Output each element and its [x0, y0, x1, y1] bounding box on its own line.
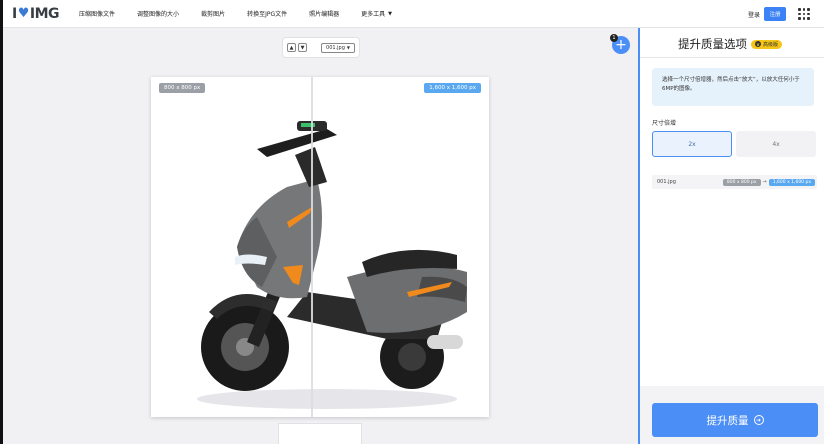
image-preview: 800 x 800 px 1,600 x 1,600 px	[151, 77, 489, 417]
panel-title: 提升质量选项 ♛ 高级版	[678, 36, 783, 52]
logo[interactable]: I ♥ IMG	[12, 5, 60, 22]
arrow-up-icon[interactable]: ▲	[287, 43, 296, 52]
arrow-right-icon: →	[762, 179, 767, 185]
info-box: 选择一个尺寸倍增器，然后点击“放大”，以放大任何小于6MP的图像。	[652, 68, 814, 106]
top-navbar: I ♥ IMG 压缩图像文件 调整图像的大小 裁剪图片 转换至JPG文件 照片编…	[3, 0, 824, 28]
nav-crop[interactable]: 裁剪图片	[201, 9, 225, 18]
apps-grid-icon[interactable]	[798, 8, 810, 20]
premium-badge: ♛ 高级版	[751, 39, 783, 49]
nav-photo-editor[interactable]: 照片编辑器	[309, 9, 339, 18]
image-toolbar: ▲ ▼ 001.jpg ▼	[282, 37, 360, 58]
file-row-name: 001.jpg	[657, 179, 676, 185]
logo-text: IMG	[29, 5, 60, 22]
scooter-image	[197, 121, 467, 409]
window-edge	[0, 0, 3, 444]
file-select[interactable]: 001.jpg ▼	[321, 42, 355, 53]
panel-title-text: 提升质量选项	[678, 37, 747, 51]
nav-more-tools[interactable]: 更多工具 ▼	[361, 9, 392, 19]
bottom-tab	[278, 423, 362, 444]
upscaled-size-tag: 1,600 x 1,600 px	[424, 83, 481, 93]
signup-button[interactable]: 注册	[764, 7, 786, 21]
scale-2x-button[interactable]: 2x	[652, 131, 732, 157]
premium-label: 高级版	[763, 41, 779, 48]
upscale-button[interactable]: 提升质量 ➜	[652, 403, 818, 437]
arrow-right-circle-icon: ➜	[753, 415, 764, 425]
options-sidebar: 提升质量选项 ♛ 高级版 选择一个尺寸倍增器，然后点击“放大”，以放大任何小于6…	[638, 28, 824, 444]
section-label: 尺寸倍增	[652, 120, 677, 127]
heart-icon: ♥	[17, 6, 30, 21]
file-count-badge: 1	[610, 34, 618, 42]
file-row: 001.jpg 800 x 800 px → 1,600 x 1,600 px	[652, 175, 817, 189]
scale-4x-button[interactable]: 4x	[736, 131, 816, 157]
title-divider	[640, 57, 824, 58]
file-select-label: 001.jpg	[326, 44, 345, 51]
compare-divider[interactable]	[311, 77, 313, 417]
nav-resize[interactable]: 调整图像的大小	[137, 9, 179, 18]
panel-footer: 提升质量 ➜	[640, 386, 824, 444]
nav-more-tools-label: 更多工具	[361, 11, 386, 18]
logo-letter: I	[12, 5, 17, 22]
main-nav: 压缩图像文件 调整图像的大小 裁剪图片 转换至JPG文件 照片编辑器 更多工具 …	[79, 9, 414, 19]
login-link[interactable]: 登录	[748, 10, 760, 19]
original-size-tag: 800 x 800 px	[159, 83, 206, 93]
file-row-from-size: 800 x 800 px	[722, 178, 761, 186]
file-row-to-size: 1,600 x 1,600 px	[768, 178, 815, 186]
arrow-down-icon[interactable]: ▼	[298, 43, 307, 52]
caret-down-icon: ▼	[388, 10, 392, 17]
upscale-button-label: 提升质量	[706, 414, 749, 427]
crown-icon: ♛	[755, 41, 761, 47]
nav-compress[interactable]: 压缩图像文件	[79, 9, 115, 18]
caret-down-icon: ▼	[346, 45, 350, 50]
nav-convert-jpg[interactable]: 转换至JPG文件	[247, 9, 287, 18]
